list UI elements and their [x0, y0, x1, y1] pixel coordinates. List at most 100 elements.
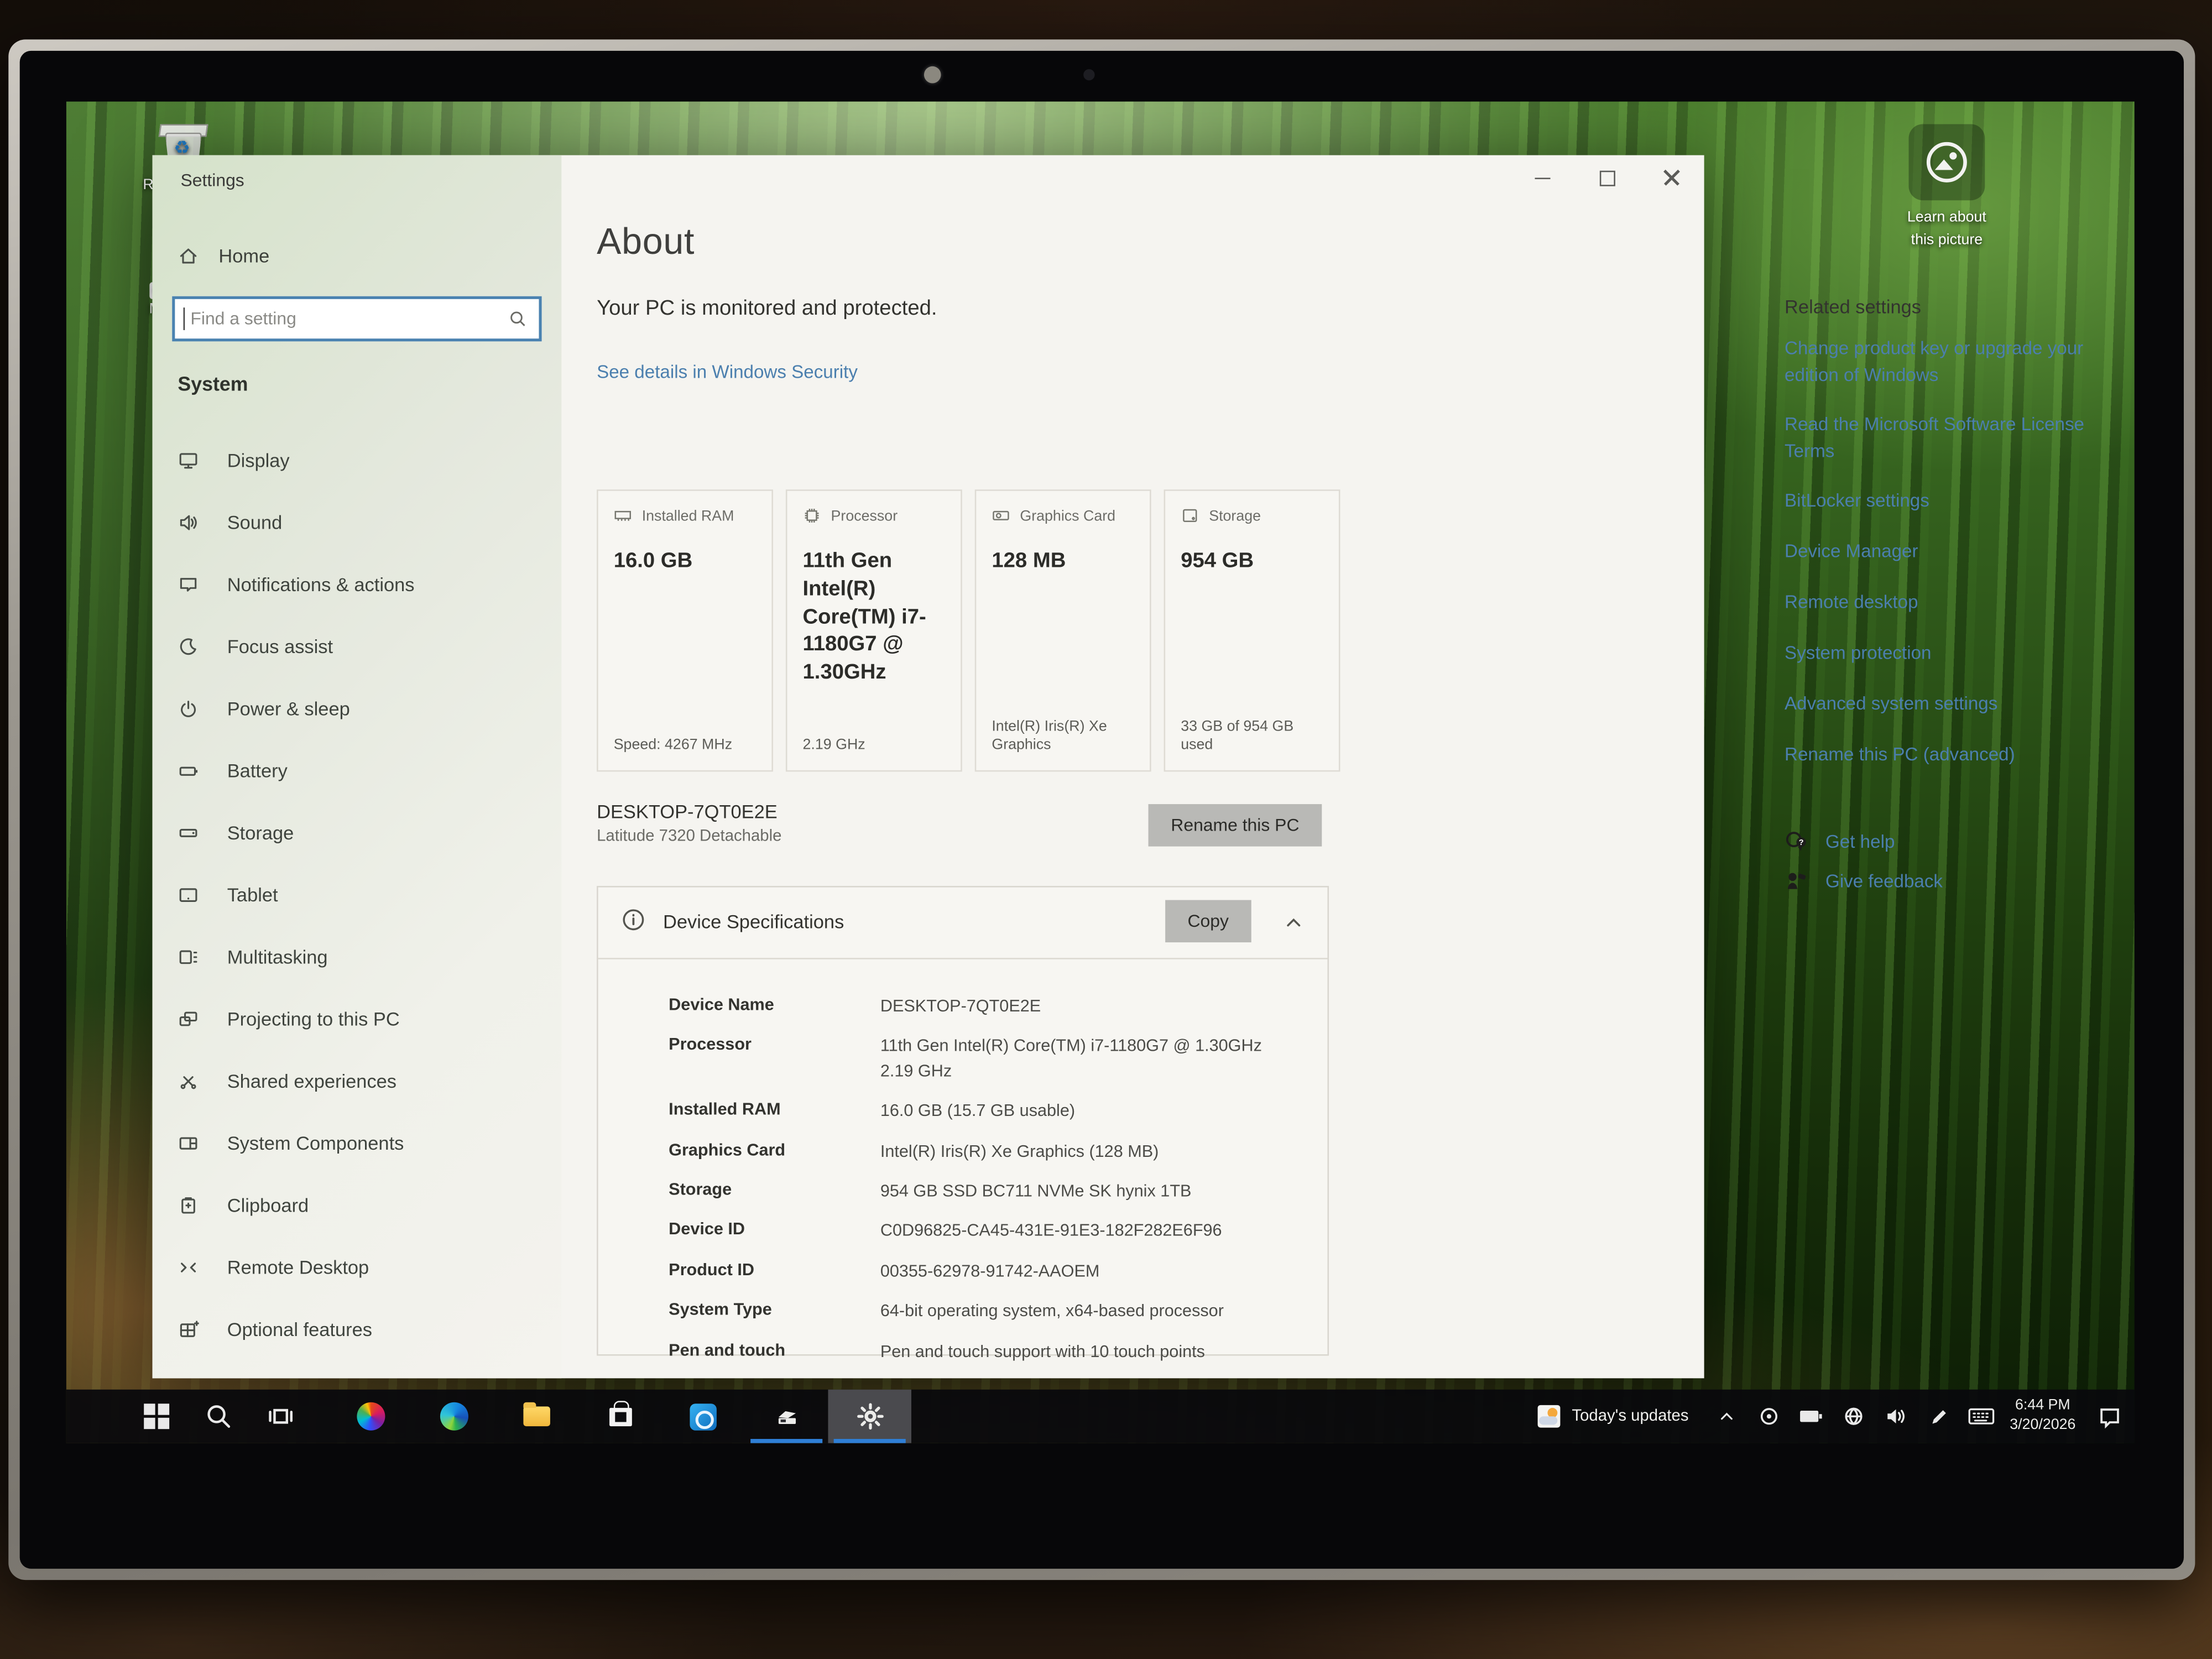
desktop-icon-learn-about-picture[interactable]: Learn about this picture	[1869, 124, 2025, 250]
sidebar-item-label: Tablet	[227, 884, 278, 905]
sidebar-item-multitasking[interactable]: Multitasking	[153, 925, 562, 987]
card-title: Graphics Card	[1020, 507, 1115, 524]
protection-status: Your PC is monitored and protected.	[597, 296, 937, 320]
link-change-product-key[interactable]: Change product key or upgrade your editi…	[1785, 336, 2095, 389]
link-rename-pc-advanced[interactable]: Rename this PC (advanced)	[1785, 742, 2095, 769]
tablet-icon	[178, 884, 199, 905]
taskbar-scanner-app[interactable]	[745, 1390, 828, 1443]
power-icon	[178, 697, 199, 718]
link-system-protection[interactable]: System protection	[1785, 640, 2095, 667]
news-and-interests[interactable]: Today's updates	[1521, 1405, 1706, 1428]
sidebar-item-label: Multitasking	[227, 946, 328, 967]
sidebar-item-power-sleep[interactable]: Power & sleep	[153, 677, 562, 739]
network-status[interactable]	[1833, 1405, 1875, 1428]
spec-row: Processor11th Gen Intel(R) Core(TM) i7-1…	[669, 1035, 1308, 1084]
taskbar-clock[interactable]: 6:44 PM 3/20/2026	[2002, 1397, 2084, 1436]
remote-desktop-icon	[178, 1256, 199, 1277]
spec-value: 64-bit operating system, x64-based proce…	[880, 1300, 1308, 1324]
battery-icon	[1799, 1406, 1824, 1426]
ram-icon	[614, 507, 632, 525]
spec-cards-row: Installed RAM 16.0 GB Speed: 4267 MHz Pr…	[597, 489, 1340, 771]
battery-icon	[178, 760, 199, 781]
sidebar-item-optional-features[interactable]: Optional features	[153, 1298, 562, 1360]
title-bar[interactable]: Settings	[153, 155, 1704, 204]
search-icon	[508, 309, 528, 329]
taskbar-file-explorer[interactable]	[495, 1390, 578, 1443]
sidebar-item-projecting[interactable]: Projecting to this PC	[153, 988, 562, 1050]
action-center-button[interactable]	[2084, 1405, 2135, 1428]
give-feedback-link[interactable]: Give feedback	[1785, 869, 1943, 893]
sidebar-item-home[interactable]: Home	[178, 246, 269, 267]
tray-overflow-chevron[interactable]	[1705, 1406, 1748, 1426]
related-settings: Related settings Change product key or u…	[1785, 296, 2095, 317]
taskbar-search-button[interactable]	[187, 1390, 249, 1443]
spec-value: 954 GB SSD BC711 NVMe SK hynix 1TB	[880, 1180, 1308, 1204]
search-box[interactable]	[172, 296, 541, 342]
sidebar-item-clipboard[interactable]: Clipboard	[153, 1173, 562, 1235]
sidebar-item-display[interactable]: Display	[153, 429, 562, 491]
page-title: About	[597, 220, 695, 264]
focus-assist-icon	[178, 635, 199, 656]
maximize-button[interactable]	[1574, 155, 1639, 201]
battery-status[interactable]	[1790, 1406, 1833, 1426]
task-view-button[interactable]	[250, 1390, 312, 1443]
windows-security-link[interactable]: See details in Windows Security	[597, 361, 858, 382]
get-help-icon: ?	[1785, 830, 1808, 853]
spec-value: 16.0 GB (15.7 GB usable)	[880, 1099, 1308, 1124]
sidebar-item-notifications[interactable]: Notifications & actions	[153, 553, 562, 615]
sidebar-item-tablet[interactable]: Tablet	[153, 863, 562, 925]
sidebar-item-label: Storage	[227, 822, 294, 843]
task-view-icon	[267, 1402, 295, 1431]
link-advanced-system[interactable]: Advanced system settings	[1785, 691, 2095, 718]
pen-status[interactable]	[1917, 1406, 1960, 1427]
spec-row: Device IDC0D96825-CA45-431E-91E3-182F282…	[669, 1219, 1308, 1244]
get-help-label: Get help	[1825, 831, 1895, 852]
disk-icon	[1181, 507, 1199, 525]
spec-value: 11th Gen Intel(R) Core(TM) i7-1180G7 @ 1…	[880, 1035, 1308, 1084]
spec-panel-header[interactable]: Device Specifications Copy	[598, 888, 1328, 959]
info-icon	[620, 907, 646, 932]
minimize-button[interactable]	[1510, 155, 1574, 201]
sidebar-item-focus-assist[interactable]: Focus assist	[153, 615, 562, 677]
sidebar-item-system-components[interactable]: System Components	[153, 1112, 562, 1173]
sidebar-item-battery[interactable]: Battery	[153, 739, 562, 801]
sidebar-item-storage[interactable]: Storage	[153, 801, 562, 863]
meet-now-icon	[1758, 1405, 1781, 1428]
sound-icon	[178, 512, 199, 533]
sidebar-item-remote-desktop[interactable]: Remote Desktop	[153, 1236, 562, 1298]
settings-window: Settings Home System	[153, 155, 1704, 1379]
meet-now-button[interactable]	[1748, 1405, 1791, 1428]
sidebar-item-sound[interactable]: Sound	[153, 491, 562, 553]
sidebar-item-shared-experiences[interactable]: Shared experiences	[153, 1050, 562, 1112]
spec-value: DESKTOP-7QT0E2E	[880, 994, 1308, 1019]
touch-keyboard-button[interactable]	[1959, 1406, 2002, 1426]
link-remote-desktop[interactable]: Remote desktop	[1785, 589, 2095, 616]
taskbar-office-app[interactable]	[328, 1390, 412, 1443]
maximize-icon	[1599, 170, 1615, 185]
sidebar-nav-list: Display Sound Notifications & actions Fo…	[153, 429, 562, 1360]
link-license-terms[interactable]: Read the Microsoft Software License Term…	[1785, 412, 2095, 465]
card-installed-ram: Installed RAM 16.0 GB Speed: 4267 MHz	[597, 489, 773, 771]
taskbar-edge-app[interactable]	[412, 1390, 495, 1443]
taskbar-settings-app[interactable]	[828, 1390, 911, 1443]
taskbar-store-app[interactable]	[578, 1390, 662, 1443]
get-help-link[interactable]: ? Get help	[1785, 830, 1895, 853]
spec-row: Installed RAM16.0 GB (15.7 GB usable)	[669, 1099, 1308, 1124]
start-button[interactable]	[126, 1390, 187, 1443]
rename-pc-button[interactable]: Rename this PC	[1148, 804, 1322, 847]
sidebar-item-label: Clipboard	[227, 1194, 309, 1215]
taskbar-outlook-app[interactable]	[661, 1390, 745, 1443]
link-device-manager[interactable]: Device Manager	[1785, 539, 2095, 565]
volume-status[interactable]	[1875, 1405, 1917, 1428]
sidebar-item-label: System Components	[227, 1132, 404, 1153]
link-bitlocker-settings[interactable]: BitLocker settings	[1785, 488, 2095, 515]
close-button[interactable]	[1639, 155, 1704, 201]
copy-button[interactable]: Copy	[1165, 900, 1251, 943]
chevron-up-icon[interactable]	[1282, 911, 1305, 934]
search-input[interactable]	[185, 309, 508, 329]
spec-row: Device NameDESKTOP-7QT0E2E	[669, 994, 1308, 1019]
card-value: 11th Gen Intel(R) Core(TM) i7-1180G7 @ 1…	[803, 547, 946, 687]
sidebar-item-label: Shared experiences	[227, 1070, 397, 1091]
spec-value: Intel(R) Iris(R) Xe Graphics (128 MB)	[880, 1139, 1308, 1164]
spec-value: Pen and touch support with 10 touch poin…	[880, 1339, 1308, 1364]
